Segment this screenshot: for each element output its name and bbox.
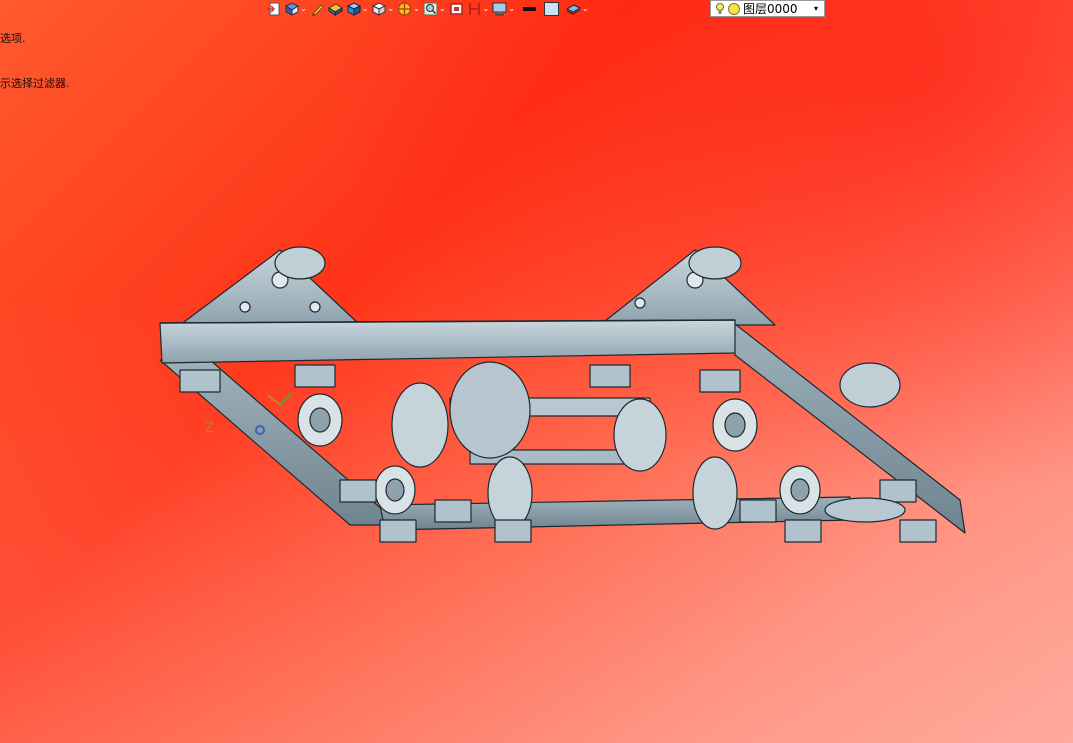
- dropdown-arrow-icon: ▾: [813, 4, 818, 13]
- layer-name: 图层0000: [743, 2, 798, 16]
- lightbulb-icon: [716, 2, 724, 14]
- chevron-down-icon: ⌄: [482, 4, 490, 13]
- shaded-cube-button[interactable]: ⌄: [346, 1, 369, 17]
- view-toolbar: ⌄ ⌄ ⌄ ⌄ ⌄ ⌄ ⌄ ⌄: [266, 0, 589, 18]
- line-color-button[interactable]: [522, 1, 537, 17]
- render-style-icon: [327, 3, 343, 16]
- pencil-icon: [311, 4, 324, 16]
- render-style-button[interactable]: [327, 1, 343, 17]
- layer-toggle-icon: [565, 4, 581, 15]
- status-prompt: 选项. 示选择过滤器.: [0, 1, 70, 121]
- view-orient-icon: [285, 2, 299, 16]
- fill-color-icon: [543, 2, 559, 16]
- chassis-3d-model[interactable]: [150, 235, 980, 565]
- chevron-down-icon: ⌄: [508, 4, 515, 13]
- layer-toggle-button[interactable]: ⌄: [565, 1, 589, 17]
- wireframe-cube-button[interactable]: ⌄: [371, 1, 394, 17]
- chevron-down-icon: ⌄: [438, 4, 446, 13]
- sun-icon: [728, 2, 740, 15]
- monitor-button[interactable]: ⌄: [492, 1, 515, 17]
- exit-sketch-button[interactable]: [266, 1, 281, 17]
- graphics-viewport[interactable]: 选项. 示选择过滤器. ⌄ ⌄ ⌄ ⌄ ⌄ ⌄ ⌄ ⌄ 图层0000 ▾ Z: [0, 0, 1073, 743]
- display-icon: [449, 3, 463, 15]
- monitor-icon: [492, 2, 507, 16]
- frame-button[interactable]: ⌄: [467, 1, 490, 17]
- chevron-down-icon: ⌄: [300, 4, 307, 13]
- line-color-icon: [522, 7, 536, 11]
- pencil-button[interactable]: [310, 1, 325, 17]
- wireframe-cube-icon: [372, 2, 387, 16]
- chevron-down-icon: ⌄: [387, 4, 395, 13]
- frame-icon: [468, 3, 480, 15]
- prompt-line-2: 示选择过滤器.: [0, 77, 70, 90]
- shaded-cube-icon: [346, 2, 361, 16]
- chevron-down-icon: ⌄: [413, 4, 420, 13]
- fill-color-button[interactable]: [543, 1, 559, 17]
- chevron-down-icon: ⌄: [581, 4, 589, 13]
- zoom-button[interactable]: ⌄: [423, 1, 446, 17]
- section-view-button[interactable]: ⌄: [397, 1, 420, 17]
- display-button[interactable]: [449, 1, 464, 17]
- chevron-down-icon: ⌄: [361, 4, 369, 13]
- exit-sketch-icon: [267, 2, 280, 16]
- layer-select[interactable]: 图层0000 ▾: [710, 0, 825, 17]
- view-orient-button[interactable]: ⌄: [284, 1, 307, 17]
- zoom-icon: [423, 2, 438, 16]
- prompt-line-1: 选项.: [0, 32, 26, 45]
- section-view-icon: [398, 2, 412, 16]
